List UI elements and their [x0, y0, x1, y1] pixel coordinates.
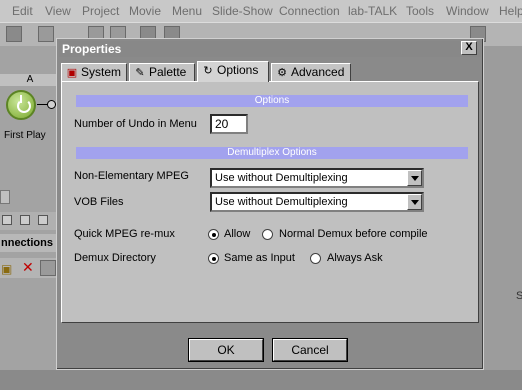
menu-movie[interactable]: Movie: [129, 4, 161, 18]
radio-always-ask[interactable]: [310, 253, 321, 264]
right-edge-letter: S: [516, 290, 522, 302]
non-elementary-label: Non-Elementary MPEG: [74, 170, 189, 182]
quick-remux-label: Quick MPEG re-mux: [74, 228, 175, 240]
tab-options[interactable]: ↻ Options: [197, 61, 269, 82]
connections-header: nnections: [0, 234, 60, 252]
menu-window[interactable]: Window: [446, 4, 489, 18]
tab-bar: ▣ System ✎ Palette ↻ Options ⚙ Advanced: [59, 61, 481, 82]
radio-allow[interactable]: [208, 229, 219, 240]
tab-advanced-label: Advanced: [291, 65, 345, 79]
undo-label: Number of Undo in Menu: [74, 118, 197, 130]
radio-normal-demux-label[interactable]: Normal Demux before compile: [279, 228, 428, 240]
options-icon: ↻: [203, 65, 213, 77]
demux-directory-label: Demux Directory: [74, 252, 156, 264]
menu-slide-show[interactable]: Slide-Show: [212, 4, 273, 18]
first-play-node[interactable]: [6, 90, 36, 120]
menu-help[interactable]: Help: [499, 4, 522, 18]
close-button[interactable]: X: [461, 41, 477, 55]
view-icon[interactable]: [20, 215, 30, 225]
non-elementary-value: Use without Demultiplexing: [215, 172, 348, 184]
copy-icon[interactable]: [38, 26, 54, 42]
delete-icon[interactable]: ✕: [22, 259, 34, 276]
cancel-button[interactable]: Cancel: [273, 339, 347, 361]
open-folder-icon[interactable]: ▣: [1, 262, 12, 276]
left-icon-strip: [0, 212, 60, 230]
radio-allow-label[interactable]: Allow: [224, 228, 250, 240]
vob-files-label: VOB Files: [74, 196, 124, 208]
system-icon: ▣: [66, 67, 78, 79]
status-area: [0, 370, 522, 390]
radio-always-ask-label[interactable]: Always Ask: [327, 252, 383, 264]
tab-options-label: Options: [217, 63, 259, 77]
menu-tools[interactable]: Tools: [406, 4, 434, 18]
options-section-header: Options: [76, 95, 468, 107]
scrollbar-stub[interactable]: [0, 190, 10, 204]
tab-system[interactable]: ▣ System: [61, 63, 127, 81]
radio-same-as-input[interactable]: [208, 253, 219, 264]
menu-connection[interactable]: Connection: [279, 4, 340, 18]
view-icon[interactable]: [2, 215, 12, 225]
menu-view[interactable]: View: [45, 4, 71, 18]
first-play-label: First Play: [4, 130, 46, 141]
menu-menu[interactable]: Menu: [172, 4, 202, 18]
menu-project[interactable]: Project: [82, 4, 119, 18]
vob-files-select[interactable]: Use without Demultiplexing: [210, 192, 424, 212]
connections-toolbar: ▣ ✕: [0, 258, 60, 278]
chevron-down-icon[interactable]: [407, 194, 422, 210]
app-menubar: Edit View Project Movie Menu Slide-Show …: [0, 0, 522, 22]
radio-same-as-input-label[interactable]: Same as Input: [224, 252, 295, 264]
advanced-icon: ⚙: [277, 67, 287, 79]
properties-dialog: Properties X ▣ System ✎ Palette ↻ Options ⚙…: [56, 38, 484, 370]
menu-lab-talk[interactable]: lab-TALK: [348, 4, 397, 18]
chevron-down-icon[interactable]: [407, 170, 422, 186]
ok-button[interactable]: OK: [189, 339, 263, 361]
view-icon[interactable]: [38, 215, 48, 225]
save-icon[interactable]: [6, 26, 22, 42]
options-panel: Options Number of Undo in Menu 20 Demult…: [61, 81, 479, 323]
column-a-header: A: [0, 74, 60, 86]
non-elementary-select[interactable]: Use without Demultiplexing: [210, 168, 424, 188]
dialog-title: Properties: [59, 41, 481, 57]
right-panel: [484, 46, 522, 370]
connector-dot[interactable]: [47, 100, 56, 109]
tab-advanced[interactable]: ⚙ Advanced: [271, 63, 351, 81]
undo-count-input[interactable]: 20: [210, 114, 248, 134]
tab-palette-label: Palette: [149, 65, 187, 79]
menu-edit[interactable]: Edit: [12, 4, 33, 18]
tab-system-label: System: [81, 65, 122, 79]
palette-icon: ✎: [135, 67, 145, 79]
demux-section-header: Demultiplex Options: [76, 147, 468, 159]
radio-normal-demux[interactable]: [262, 229, 273, 240]
vob-files-value: Use without Demultiplexing: [215, 196, 348, 208]
tool-icon[interactable]: [40, 260, 56, 276]
tab-palette[interactable]: ✎ Palette: [129, 63, 195, 81]
